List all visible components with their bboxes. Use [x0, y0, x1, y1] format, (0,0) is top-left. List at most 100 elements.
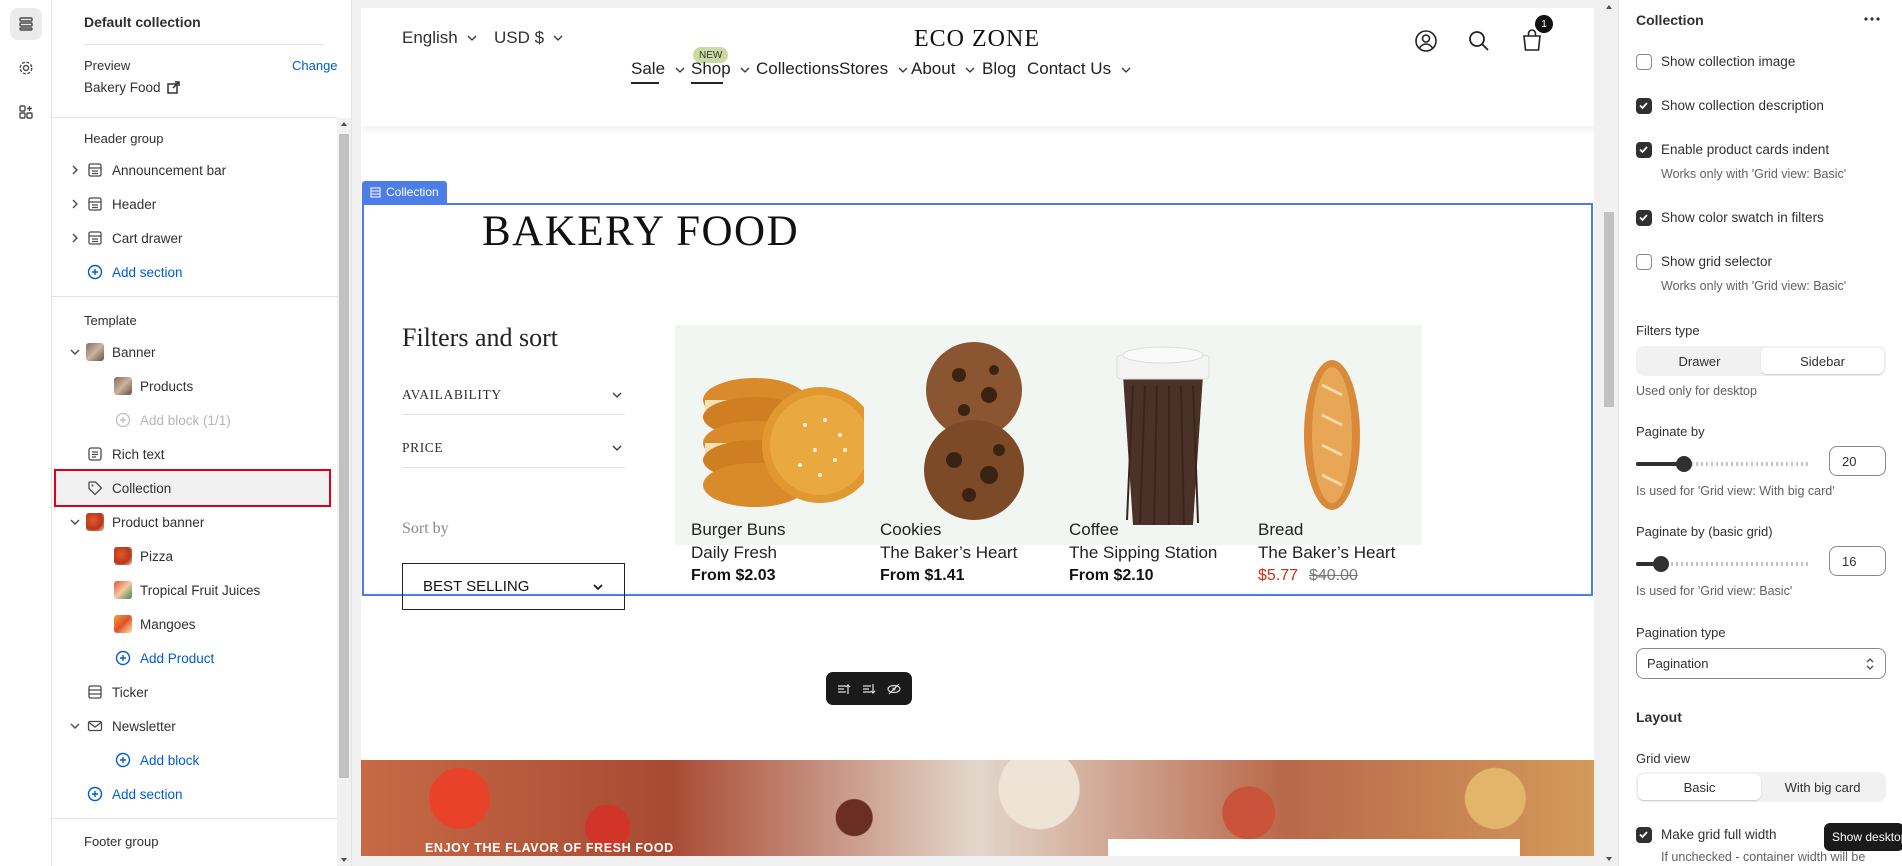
tree-item-collection-selected[interactable]: Collection: [54, 469, 331, 507]
tree-item-mangoes[interactable]: Mangoes: [52, 607, 337, 641]
product-name[interactable]: Cookies: [880, 520, 941, 540]
chevron-down-icon[interactable]: [68, 515, 82, 529]
product-name[interactable]: Coffee: [1069, 520, 1119, 540]
chevron-down-icon: [898, 67, 908, 73]
section-tree-panel: Default collection Preview Change Bakery…: [52, 0, 352, 866]
add-product-button[interactable]: Add Product: [52, 641, 337, 675]
filters-type-sidebar[interactable]: Sidebar: [1761, 348, 1884, 374]
show-color-swatch-checkbox[interactable]: [1636, 210, 1652, 226]
add-block-button[interactable]: Add block: [52, 743, 337, 777]
scrollbar-thumb[interactable]: [1604, 212, 1614, 407]
paginate-slider-track[interactable]: [1636, 456, 1811, 472]
product-image-cookies[interactable]: [864, 325, 1084, 545]
apps-icon[interactable]: [10, 96, 42, 128]
hide-eye-icon[interactable]: [887, 682, 901, 696]
add-block-label: Add block: [140, 752, 200, 768]
grid-view-basic[interactable]: Basic: [1638, 774, 1761, 800]
move-down-icon[interactable]: [862, 682, 876, 696]
store-logo[interactable]: ECO ZONE: [821, 26, 1133, 53]
tree-item-products[interactable]: Products: [52, 369, 337, 403]
checkmark-icon: [1639, 102, 1648, 110]
product-image-coffee[interactable]: [1053, 325, 1273, 545]
left-panel-scrollbar[interactable]: [337, 118, 351, 866]
nav-shop[interactable]: Shop: [691, 59, 751, 79]
product-image-bread[interactable]: [1242, 325, 1422, 545]
scrollbar-thumb[interactable]: [339, 134, 349, 778]
add-section-header-button[interactable]: Add section: [52, 255, 337, 289]
product-name[interactable]: Bread: [1258, 520, 1303, 540]
paginate-basic-slider-track[interactable]: [1636, 556, 1811, 572]
panel-title: Default collection: [84, 14, 201, 30]
chevron-right-icon[interactable]: [68, 231, 82, 245]
paginate-basic-input[interactable]: 16: [1829, 546, 1886, 576]
paginate-basic-slider-thumb[interactable]: [1653, 556, 1669, 572]
sort-select[interactable]: BEST SELLING: [402, 563, 625, 610]
preview-scrollbar[interactable]: [1600, 0, 1618, 866]
language-selector[interactable]: English: [402, 28, 478, 48]
scroll-up-arrow-icon[interactable]: [1600, 0, 1618, 14]
nav-collections[interactable]: Collections: [756, 59, 839, 79]
collection-section[interactable]: BAKERY FOOD Filters and sort AVAILABILIT…: [362, 203, 1593, 610]
add-section-template-button[interactable]: Add section: [52, 777, 337, 811]
sections-icon[interactable]: [10, 8, 42, 40]
show-collection-description-checkbox[interactable]: [1636, 98, 1652, 114]
pagination-type-select[interactable]: Pagination: [1636, 648, 1886, 679]
nav-about[interactable]: About: [911, 59, 976, 79]
banner-text: ENJOY THE FLAVOR OF FRESH FOOD: [425, 841, 674, 855]
chevron-right-icon[interactable]: [68, 163, 82, 177]
collection-title: BAKERY FOOD: [482, 208, 800, 255]
show-collection-image-checkbox[interactable]: [1636, 54, 1652, 70]
paginate-basic-note: Is used for 'Grid view: Basic': [1636, 584, 1793, 598]
nav-blog[interactable]: Blog: [982, 59, 1016, 79]
preview-resource-link[interactable]: Bakery Food: [84, 80, 180, 95]
section-tag[interactable]: Collection: [362, 181, 447, 203]
tree-item-rich-text[interactable]: Rich text: [52, 437, 337, 471]
scroll-down-arrow-icon[interactable]: [337, 854, 351, 866]
account-icon[interactable]: [1413, 28, 1439, 54]
paginate-input[interactable]: 20: [1829, 446, 1886, 476]
product-name[interactable]: Burger Buns: [691, 520, 786, 540]
settings-gear-icon[interactable]: [10, 52, 42, 84]
paginate-slider-thumb[interactable]: [1676, 456, 1692, 472]
scroll-up-arrow-icon[interactable]: [337, 118, 351, 130]
product-image-burger-buns[interactable]: [675, 325, 895, 545]
nav-contact[interactable]: Contact Us: [1027, 59, 1132, 79]
tree-item-label: Mangoes: [140, 616, 196, 632]
chevron-down-icon[interactable]: [68, 719, 82, 733]
full-width-checkbox[interactable]: [1636, 827, 1652, 843]
nav-stores[interactable]: Stores: [839, 59, 909, 79]
tree-item-pizza[interactable]: Pizza: [52, 539, 337, 573]
preview-change-link[interactable]: Change: [292, 58, 338, 73]
filter-price[interactable]: PRICE: [402, 435, 625, 468]
search-icon[interactable]: [1467, 29, 1491, 53]
show-grid-selector-checkbox[interactable]: [1636, 254, 1652, 270]
currency-selector[interactable]: USD $: [494, 28, 564, 48]
nav-sale[interactable]: Sale: [631, 59, 686, 79]
tree-item-label: Rich text: [112, 446, 165, 462]
chevron-right-icon[interactable]: [68, 197, 82, 211]
tree-item-product-banner[interactable]: Product banner: [52, 505, 337, 539]
tree-item-juices[interactable]: Tropical Fruit Juices: [52, 573, 337, 607]
filter-availability-label: AVAILABILITY: [402, 387, 502, 402]
filters-title: Filters and sort: [402, 323, 558, 352]
add-block-label: Add block (1/1): [140, 412, 231, 428]
filter-availability[interactable]: AVAILABILITY: [402, 382, 625, 415]
grid-view-big-card[interactable]: With big card: [1761, 774, 1884, 800]
tree-item-newsletter[interactable]: Newsletter: [52, 709, 337, 743]
tree-item-banner[interactable]: Banner: [52, 335, 337, 369]
chevron-down-icon: [612, 445, 622, 451]
filters-type-drawer[interactable]: Drawer: [1638, 348, 1761, 374]
enable-indent-note: Works only with 'Grid view: Basic': [1661, 167, 1847, 181]
nav-label: Contact Us: [1027, 59, 1112, 78]
tree-item-header[interactable]: Header: [52, 187, 337, 221]
show-grid-selector-label: Show grid selector: [1661, 254, 1773, 269]
more-options-icon[interactable]: [1863, 16, 1881, 22]
enable-indent-checkbox[interactable]: [1636, 142, 1652, 158]
tree-item-cart-drawer[interactable]: Cart drawer: [52, 221, 337, 255]
tree-item-announcement-bar[interactable]: Announcement bar: [52, 153, 337, 187]
tree-item-ticker[interactable]: Ticker: [52, 675, 337, 709]
move-up-icon[interactable]: [837, 682, 851, 696]
scroll-down-arrow-icon[interactable]: [1600, 852, 1618, 866]
add-product-label: Add Product: [140, 650, 215, 666]
chevron-down-icon[interactable]: [68, 345, 82, 359]
